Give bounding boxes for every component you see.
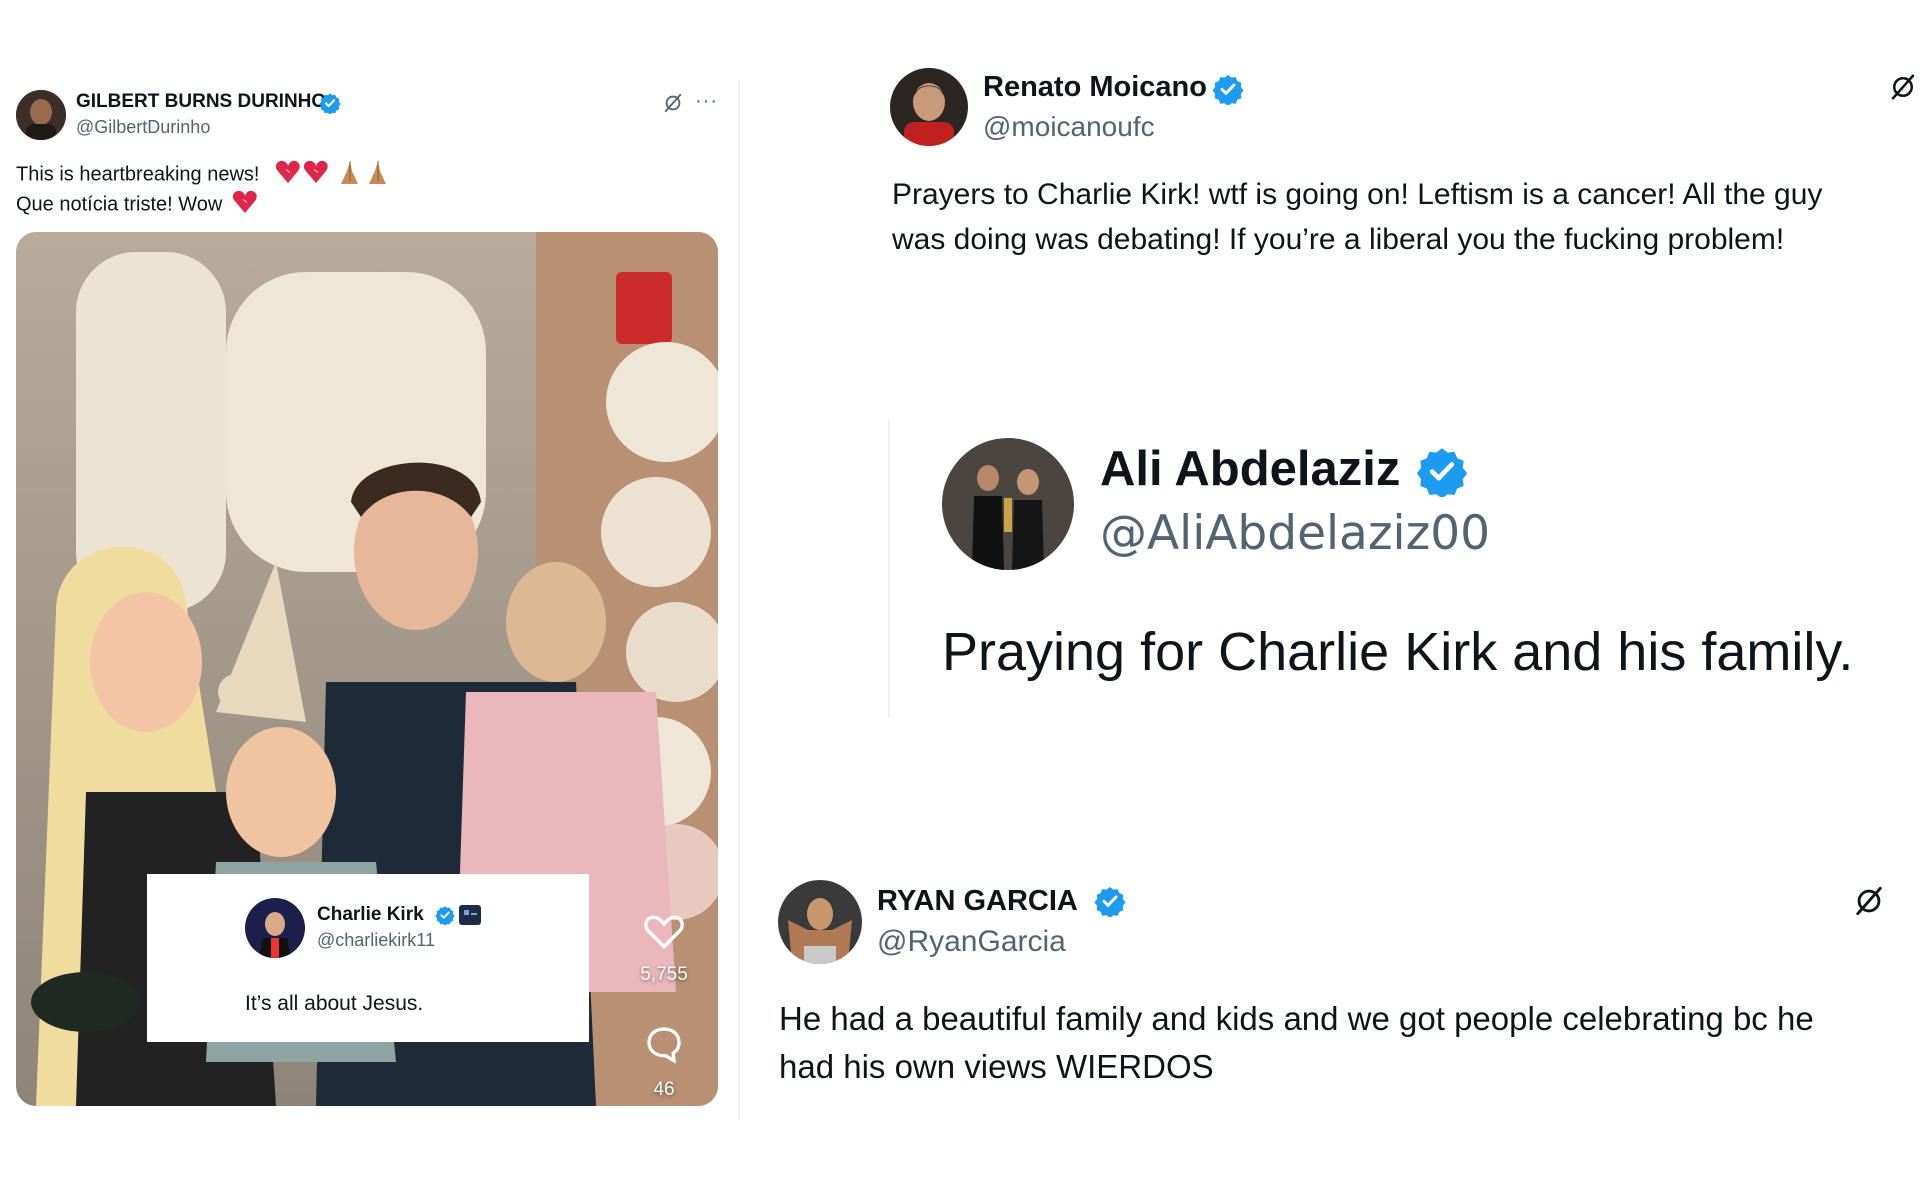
post-text-line-1: This is heartbreaking news! (16, 159, 393, 191)
avatar-charlie[interactable] (245, 898, 305, 958)
grok-icon[interactable] (1888, 72, 1918, 107)
verified-badge-icon (319, 92, 341, 119)
like-count: 5,755 (640, 964, 688, 985)
broken-heart-icon (275, 159, 331, 191)
verified-badge-icon (1212, 73, 1244, 110)
avatar-renato-image (890, 68, 968, 146)
grok-icon[interactable] (1852, 884, 1886, 923)
author-name-ali[interactable]: Ali Abdelaziz (1100, 441, 1400, 497)
post-photo[interactable]: 5,755 46 Charlie Kirk @charliekirk11 It’… (16, 232, 718, 1106)
broken-heart-icon (232, 189, 258, 221)
post-text-renato-2: was doing was debating! If you’re a libe… (892, 223, 1785, 256)
author-name-ryan[interactable]: RYAN GARCIA (877, 885, 1078, 918)
avatar-ryan-image (778, 880, 862, 964)
avatar-gilbert-image (16, 90, 66, 140)
embedded-post-text: It’s all about Jesus. (245, 992, 424, 1015)
post-text-line-2: Que notícia triste! Wow (16, 189, 258, 221)
author-name-gilbert[interactable]: GILBERT BURNS DURINHO (76, 91, 326, 113)
author-handle-ali[interactable]: @AliAbdelaziz00 (1100, 506, 1490, 561)
comment-count: 46 (653, 1079, 675, 1100)
author-handle-gilbert[interactable]: @GilbertDurinho (76, 117, 210, 138)
post-text-ryan-2: had his own views WIERDOS (779, 1048, 1214, 1085)
verified-badge-icon (1094, 885, 1126, 922)
affiliate-badge-icon (459, 905, 481, 930)
author-name-renato[interactable]: Renato Moicano (983, 71, 1207, 104)
post-text-gilbert-1: This is heartbreaking news! (16, 163, 260, 186)
author-handle-renato[interactable]: @moicanoufc (983, 111, 1155, 143)
embedded-post-card[interactable]: Charlie Kirk @charliekirk11 It’s all abo… (147, 874, 589, 1042)
post-text-ali: Praying for Charlie Kirk and his family. (942, 622, 1854, 682)
avatar-ali[interactable] (942, 438, 1074, 570)
post-text-renato-1: Prayers to Charlie Kirk! wtf is going on… (892, 178, 1823, 211)
comment-bubble-icon[interactable] (644, 1024, 684, 1069)
like-heart-icon[interactable] (643, 912, 685, 955)
verified-badge-icon (435, 905, 455, 930)
avatar-renato[interactable] (890, 68, 968, 146)
more-icon[interactable]: ··· (695, 90, 718, 113)
avatar-ali-image (942, 438, 1074, 570)
avatar-charlie-image (245, 898, 305, 958)
author-name-charlie[interactable]: Charlie Kirk (317, 904, 424, 926)
folded-hands-icon (337, 159, 393, 191)
avatar-ryan[interactable] (778, 880, 862, 964)
author-handle-charlie[interactable]: @charliekirk11 (317, 930, 435, 951)
author-handle-ryan[interactable]: @RyanGarcia (877, 925, 1066, 959)
post-text-gilbert-2: Que notícia triste! Wow (16, 193, 223, 216)
quote-border (888, 420, 890, 718)
avatar-gilbert[interactable] (16, 90, 66, 140)
grok-icon[interactable] (662, 92, 684, 119)
verified-badge-icon (1416, 445, 1468, 502)
post-text-ryan-1: He had a beautiful family and kids and w… (779, 1000, 1814, 1037)
column-divider (738, 80, 740, 1120)
